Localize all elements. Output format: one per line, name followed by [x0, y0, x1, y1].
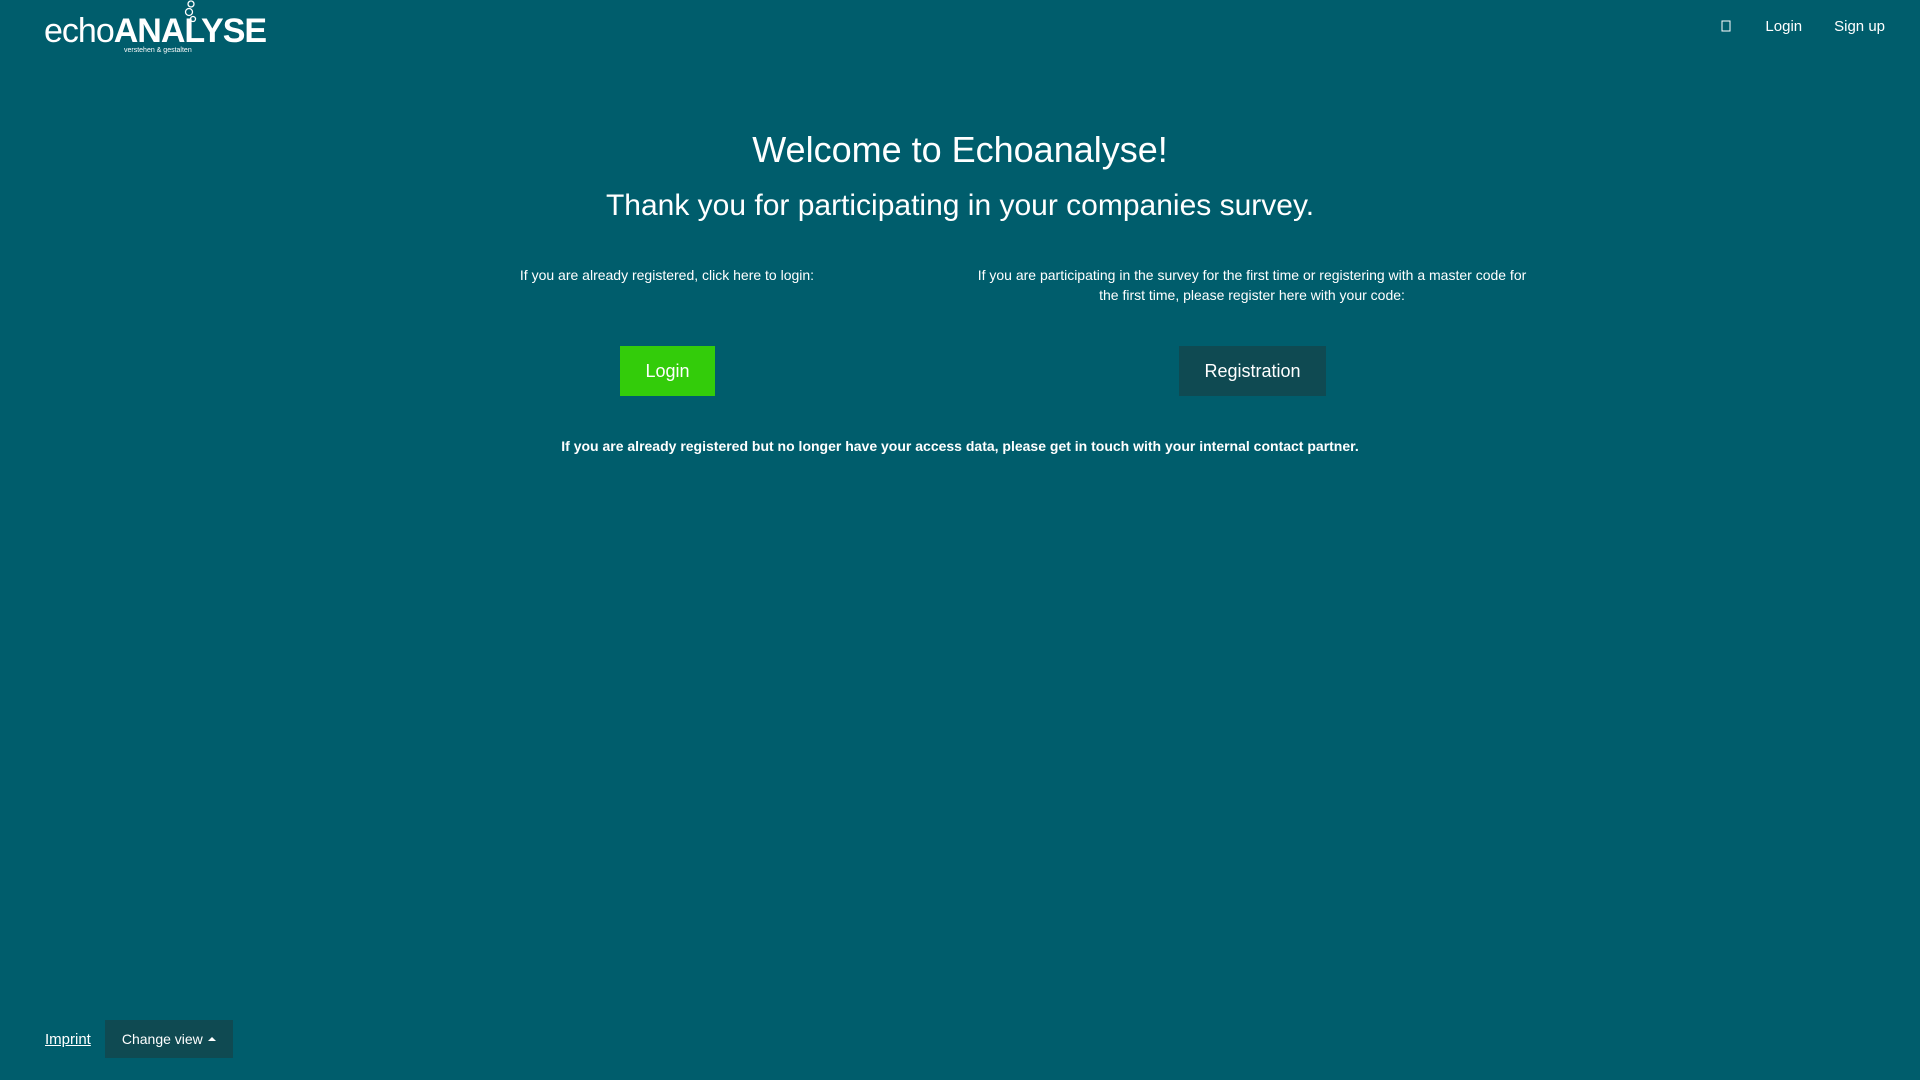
- nav-login-link[interactable]: Login: [1765, 18, 1802, 35]
- footer: Imprint Change view: [45, 1020, 233, 1058]
- registration-instructions: If you are participating in the survey f…: [977, 267, 1527, 303]
- registration-button[interactable]: Registration: [1179, 346, 1326, 396]
- change-view-label: Change view: [121, 1031, 203, 1047]
- info-icon[interactable]: [1719, 19, 1733, 33]
- login-instructions: If you are already registered, click her…: [519, 267, 815, 283]
- registration-column: If you are participating in the survey f…: [972, 265, 1532, 305]
- page: echoANALYSE verstehen & gestalten Login …: [0, 0, 1920, 1080]
- nav-signup-link[interactable]: Sign up: [1834, 18, 1885, 35]
- login-column: If you are already registered, click her…: [387, 265, 947, 305]
- navbar: echoANALYSE verstehen & gestalten Login …: [0, 0, 1920, 60]
- page-title: Welcome to Echoanalyse!: [752, 129, 1168, 170]
- imprint-link[interactable]: Imprint: [45, 1031, 91, 1048]
- login-button[interactable]: Login: [620, 346, 715, 396]
- change-view-button[interactable]: Change view: [104, 1020, 233, 1058]
- logo-word-light: echo: [44, 12, 115, 50]
- logo-tagline: verstehen & gestalten: [124, 47, 192, 54]
- access-data-notice: If you are already registered but no lon…: [561, 438, 1359, 454]
- logo[interactable]: echoANALYSE verstehen & gestalten: [44, 0, 267, 58]
- logo-wordmark: echoANALYSE: [44, 12, 267, 50]
- page-subtitle: Thank you for participating in your comp…: [605, 189, 1315, 222]
- caret-up-icon: [207, 1037, 216, 1041]
- logo-bubbles-icon: [184, 0, 197, 23]
- nav-right: Login Sign up: [1719, 0, 1885, 52]
